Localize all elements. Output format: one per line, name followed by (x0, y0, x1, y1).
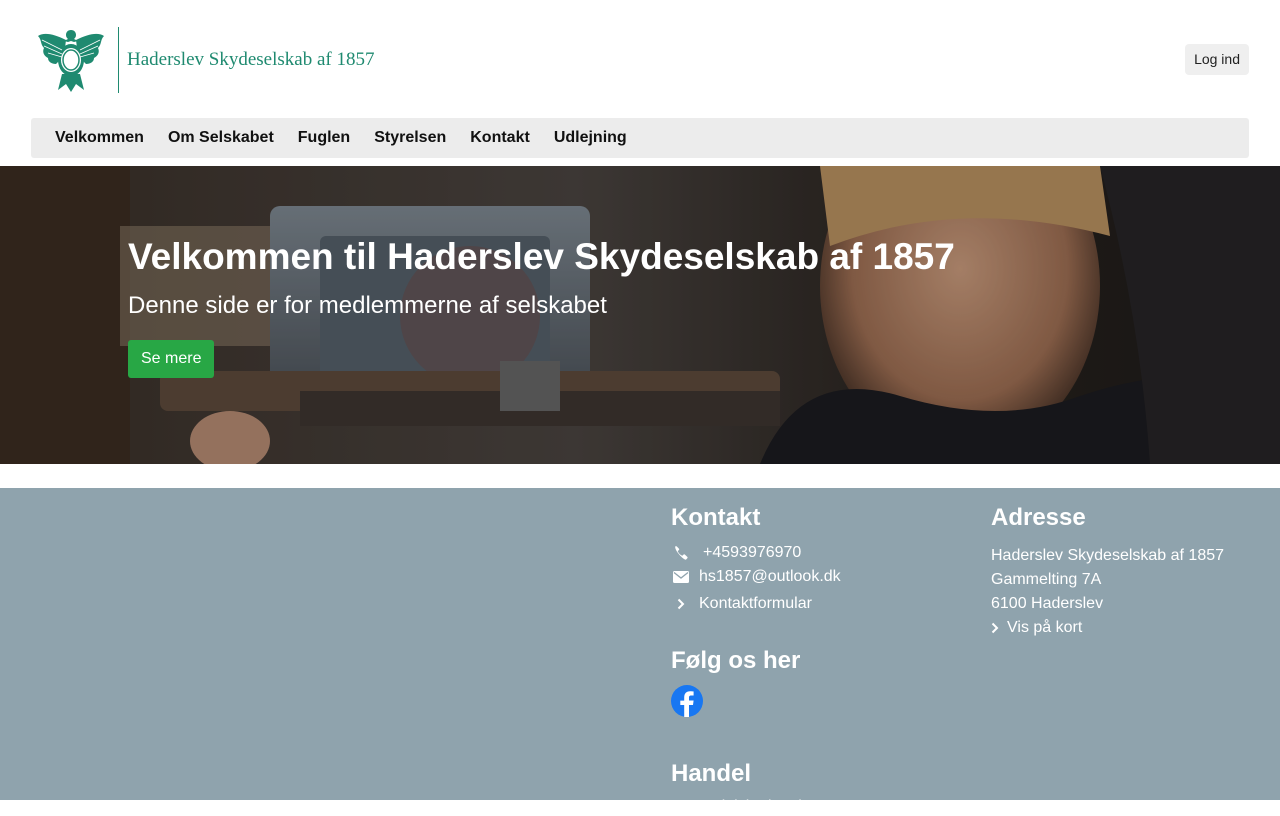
follow-heading: Følg os her (671, 647, 801, 674)
chevron-right-icon (671, 801, 681, 813)
contact-heading: Kontakt (671, 504, 761, 531)
nav-item-velkommen[interactable]: Velkommen (55, 129, 144, 147)
phone-number[interactable]: +4593976970 (703, 544, 801, 562)
contact-column: Kontakt +4593976970 hs1857@outlook.dk Ko… (671, 504, 971, 816)
site-logo[interactable]: Haderslev Skydeselskab af 1857 (36, 26, 374, 94)
contact-form-row[interactable]: Kontaktformular (671, 595, 971, 613)
chevron-right-icon (991, 622, 1001, 634)
logo-text: Haderslev Skydeselskab af 1857 (127, 49, 375, 70)
nav-item-fuglen[interactable]: Fuglen (298, 129, 350, 147)
map-link[interactable]: Vis på kort (1007, 616, 1082, 640)
terms-link[interactable]: Handelsbetingelser (687, 798, 824, 816)
address-name: Haderslev Skydeselskab af 1857 (991, 547, 1225, 564)
site-header: Haderslev Skydeselskab af 1857 Log ind (0, 0, 1280, 118)
email-row[interactable]: hs1857@outlook.dk (671, 568, 971, 586)
map-link-row[interactable]: Vis på kort (991, 616, 1271, 640)
nav-item-om-selskabet[interactable]: Om Selskabet (168, 129, 274, 147)
email-address[interactable]: hs1857@outlook.dk (699, 568, 841, 586)
phone-icon (671, 545, 691, 561)
nav-item-udlejning[interactable]: Udlejning (554, 129, 627, 147)
facebook-icon (671, 685, 703, 717)
address-heading: Adresse (991, 504, 1086, 531)
nav-item-styrelsen[interactable]: Styrelsen (374, 129, 446, 147)
address-column: Adresse Haderslev Skydeselskab af 1857 G… (991, 504, 1271, 640)
eagle-emblem-icon (38, 30, 104, 92)
hero-banner: Velkommen til Haderslev Skydeselskab af … (0, 166, 1280, 464)
address-street: Gammelting 7A (991, 571, 1102, 588)
address-city: 6100 Haderslev (991, 595, 1104, 612)
nav-item-kontakt[interactable]: Kontakt (470, 129, 530, 147)
logo-divider (118, 27, 119, 93)
contact-form-link[interactable]: Kontaktformular (699, 595, 812, 613)
login-button[interactable]: Log ind (1185, 44, 1249, 75)
hero-title: Velkommen til Haderslev Skydeselskab af … (128, 236, 955, 277)
main-navigation: Velkommen Om Selskabet Fuglen Styrelsen … (31, 118, 1249, 158)
terms-row[interactable]: Handelsbetingelser (671, 798, 971, 816)
facebook-link[interactable] (671, 685, 703, 717)
hero-subtitle: Denne side er for medlemmerne af selskab… (128, 292, 607, 319)
envelope-icon (671, 571, 691, 583)
trade-heading: Handel (671, 760, 752, 787)
see-more-button[interactable]: Se mere (128, 340, 215, 378)
site-footer: Kontakt +4593976970 hs1857@outlook.dk Ko… (0, 488, 1280, 815)
chevron-right-icon (671, 598, 691, 610)
phone-row[interactable]: +4593976970 (671, 544, 971, 562)
